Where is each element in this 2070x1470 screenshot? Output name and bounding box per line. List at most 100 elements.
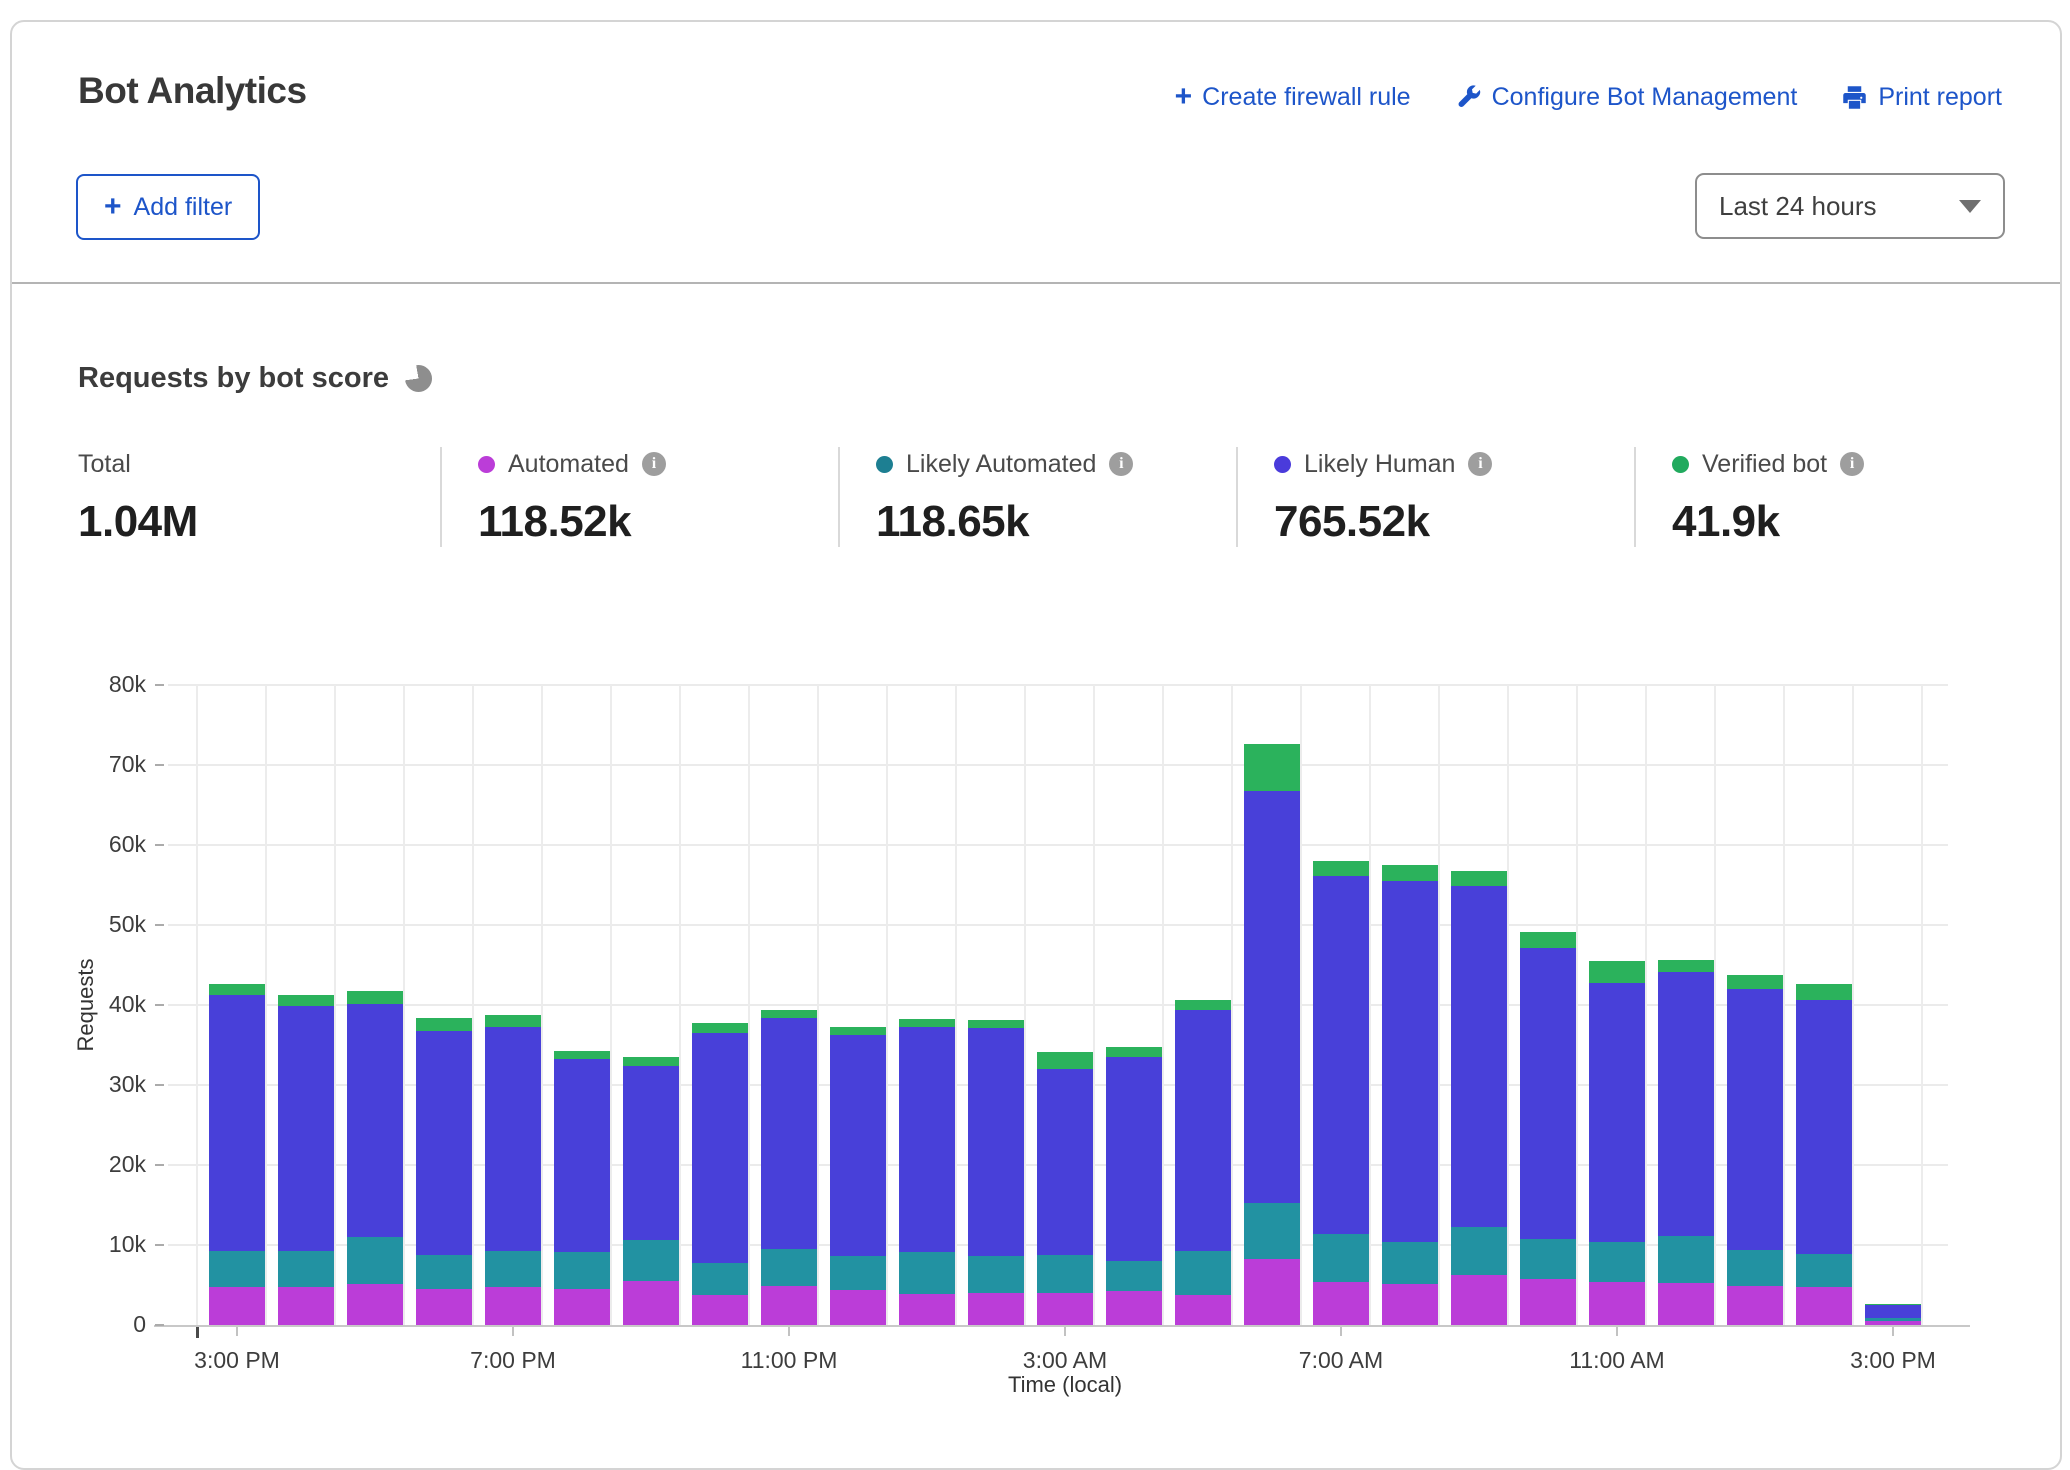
bar-segment-automated[interactable] (1382, 1284, 1438, 1325)
bar-segment-verified-bot[interactable] (554, 1051, 610, 1060)
bar-segment-likely-automated[interactable] (1865, 1318, 1921, 1321)
bar-segment-automated[interactable] (554, 1289, 610, 1325)
bar-segment-likely-automated[interactable] (692, 1263, 748, 1295)
bar-segment-likely-automated[interactable] (1727, 1250, 1783, 1286)
bar-segment-automated[interactable] (1589, 1282, 1645, 1325)
bar-segment-verified-bot[interactable] (1037, 1052, 1093, 1069)
bar-segment-likely-human[interactable] (968, 1028, 1024, 1256)
info-icon[interactable]: i (1468, 452, 1492, 476)
configure-bot-management-link[interactable]: Configure Bot Management (1455, 83, 1798, 112)
bar-segment-verified-bot[interactable] (692, 1023, 748, 1033)
bar-segment-likely-automated[interactable] (899, 1252, 955, 1294)
bar-segment-verified-bot[interactable] (1313, 861, 1369, 876)
bar-segment-automated[interactable] (623, 1281, 679, 1325)
bar-segment-likely-human[interactable] (761, 1018, 817, 1249)
bar-segment-verified-bot[interactable] (761, 1010, 817, 1018)
print-report-link[interactable]: Print report (1841, 83, 2002, 112)
bar-segment-likely-automated[interactable] (1658, 1236, 1714, 1283)
bar-segment-verified-bot[interactable] (1589, 961, 1645, 983)
bar-segment-verified-bot[interactable] (830, 1027, 886, 1036)
bar-segment-likely-human[interactable] (1865, 1305, 1921, 1318)
bar-segment-likely-automated[interactable] (554, 1252, 610, 1289)
bar-segment-likely-human[interactable] (209, 995, 265, 1252)
bar-segment-likely-automated[interactable] (830, 1256, 886, 1290)
bar-segment-automated[interactable] (692, 1295, 748, 1325)
bar-segment-likely-automated[interactable] (761, 1249, 817, 1286)
bar-segment-verified-bot[interactable] (347, 991, 403, 1004)
create-firewall-rule-link[interactable]: + Create firewall rule (1175, 82, 1411, 112)
bar-segment-likely-automated[interactable] (485, 1251, 541, 1288)
bar-segment-verified-bot[interactable] (485, 1015, 541, 1028)
bar-segment-likely-human[interactable] (1796, 1000, 1852, 1254)
bar-segment-likely-automated[interactable] (1589, 1242, 1645, 1282)
time-range-dropdown[interactable]: Last 24 hours (1695, 173, 2005, 239)
bar-segment-likely-automated[interactable] (1451, 1227, 1507, 1275)
bar-segment-likely-automated[interactable] (1037, 1255, 1093, 1293)
bar-segment-likely-human[interactable] (1106, 1057, 1162, 1261)
bar-segment-likely-human[interactable] (485, 1027, 541, 1250)
bar-segment-likely-human[interactable] (1382, 881, 1438, 1242)
bar-segment-likely-human[interactable] (1589, 983, 1645, 1242)
bar-segment-likely-human[interactable] (1658, 972, 1714, 1236)
bar-segment-automated[interactable] (416, 1289, 472, 1325)
bar-segment-likely-human[interactable] (278, 1006, 334, 1251)
bar-segment-likely-automated[interactable] (1106, 1261, 1162, 1291)
bar-segment-automated[interactable] (209, 1287, 265, 1325)
bar-segment-likely-human[interactable] (1244, 791, 1300, 1203)
bar-segment-automated[interactable] (899, 1294, 955, 1325)
bar-segment-verified-bot[interactable] (1520, 932, 1576, 948)
bar-segment-likely-automated[interactable] (209, 1251, 265, 1287)
info-icon[interactable]: i (1840, 452, 1864, 476)
bar-segment-likely-automated[interactable] (1175, 1251, 1231, 1295)
bar-segment-automated[interactable] (1520, 1279, 1576, 1325)
bar-segment-likely-automated[interactable] (347, 1237, 403, 1284)
bar-segment-likely-automated[interactable] (1244, 1203, 1300, 1259)
bar-segment-likely-automated[interactable] (1382, 1242, 1438, 1284)
bar-segment-verified-bot[interactable] (899, 1019, 955, 1026)
bar-segment-automated[interactable] (1244, 1259, 1300, 1325)
bar-segment-verified-bot[interactable] (1658, 960, 1714, 972)
bar-segment-verified-bot[interactable] (623, 1057, 679, 1066)
bar-segment-automated[interactable] (1313, 1282, 1369, 1325)
bar-segment-likely-human[interactable] (416, 1031, 472, 1255)
bar-segment-verified-bot[interactable] (1451, 871, 1507, 886)
bar-segment-likely-human[interactable] (347, 1004, 403, 1237)
bar-segment-verified-bot[interactable] (278, 995, 334, 1005)
bar-segment-automated[interactable] (1175, 1295, 1231, 1325)
bar-segment-verified-bot[interactable] (1175, 1000, 1231, 1010)
bar-segment-automated[interactable] (278, 1287, 334, 1325)
bar-segment-automated[interactable] (968, 1293, 1024, 1325)
info-icon[interactable]: i (1109, 452, 1133, 476)
bar-segment-likely-automated[interactable] (1313, 1234, 1369, 1282)
bar-segment-verified-bot[interactable] (1106, 1047, 1162, 1057)
bar-segment-likely-automated[interactable] (968, 1256, 1024, 1293)
bar-segment-automated[interactable] (1658, 1283, 1714, 1325)
bar-segment-likely-human[interactable] (623, 1066, 679, 1240)
info-icon[interactable]: i (642, 452, 666, 476)
bar-segment-verified-bot[interactable] (1244, 744, 1300, 790)
bar-segment-likely-automated[interactable] (623, 1240, 679, 1281)
bar-segment-verified-bot[interactable] (968, 1020, 1024, 1028)
add-filter-button[interactable]: + Add filter (76, 174, 260, 240)
bar-segment-likely-human[interactable] (1451, 886, 1507, 1227)
bar-segment-verified-bot[interactable] (1796, 984, 1852, 1000)
bar-segment-verified-bot[interactable] (209, 984, 265, 994)
bar-segment-likely-automated[interactable] (416, 1255, 472, 1289)
bar-segment-automated[interactable] (830, 1290, 886, 1325)
bar-segment-likely-human[interactable] (1037, 1069, 1093, 1255)
bar-segment-automated[interactable] (1451, 1275, 1507, 1325)
bar-segment-likely-automated[interactable] (1520, 1239, 1576, 1279)
bar-segment-likely-human[interactable] (554, 1059, 610, 1252)
bar-segment-likely-human[interactable] (692, 1033, 748, 1263)
bar-segment-likely-human[interactable] (1727, 989, 1783, 1250)
bar-segment-likely-human[interactable] (1175, 1010, 1231, 1251)
bar-segment-automated[interactable] (1037, 1293, 1093, 1325)
bar-segment-automated[interactable] (1796, 1287, 1852, 1325)
bar-segment-automated[interactable] (1727, 1286, 1783, 1325)
bar-segment-likely-human[interactable] (830, 1035, 886, 1256)
bar-segment-automated[interactable] (761, 1286, 817, 1325)
bar-segment-automated[interactable] (347, 1284, 403, 1325)
bar-segment-likely-human[interactable] (1313, 876, 1369, 1234)
bar-segment-verified-bot[interactable] (1382, 865, 1438, 881)
bar-segment-likely-human[interactable] (1520, 948, 1576, 1239)
